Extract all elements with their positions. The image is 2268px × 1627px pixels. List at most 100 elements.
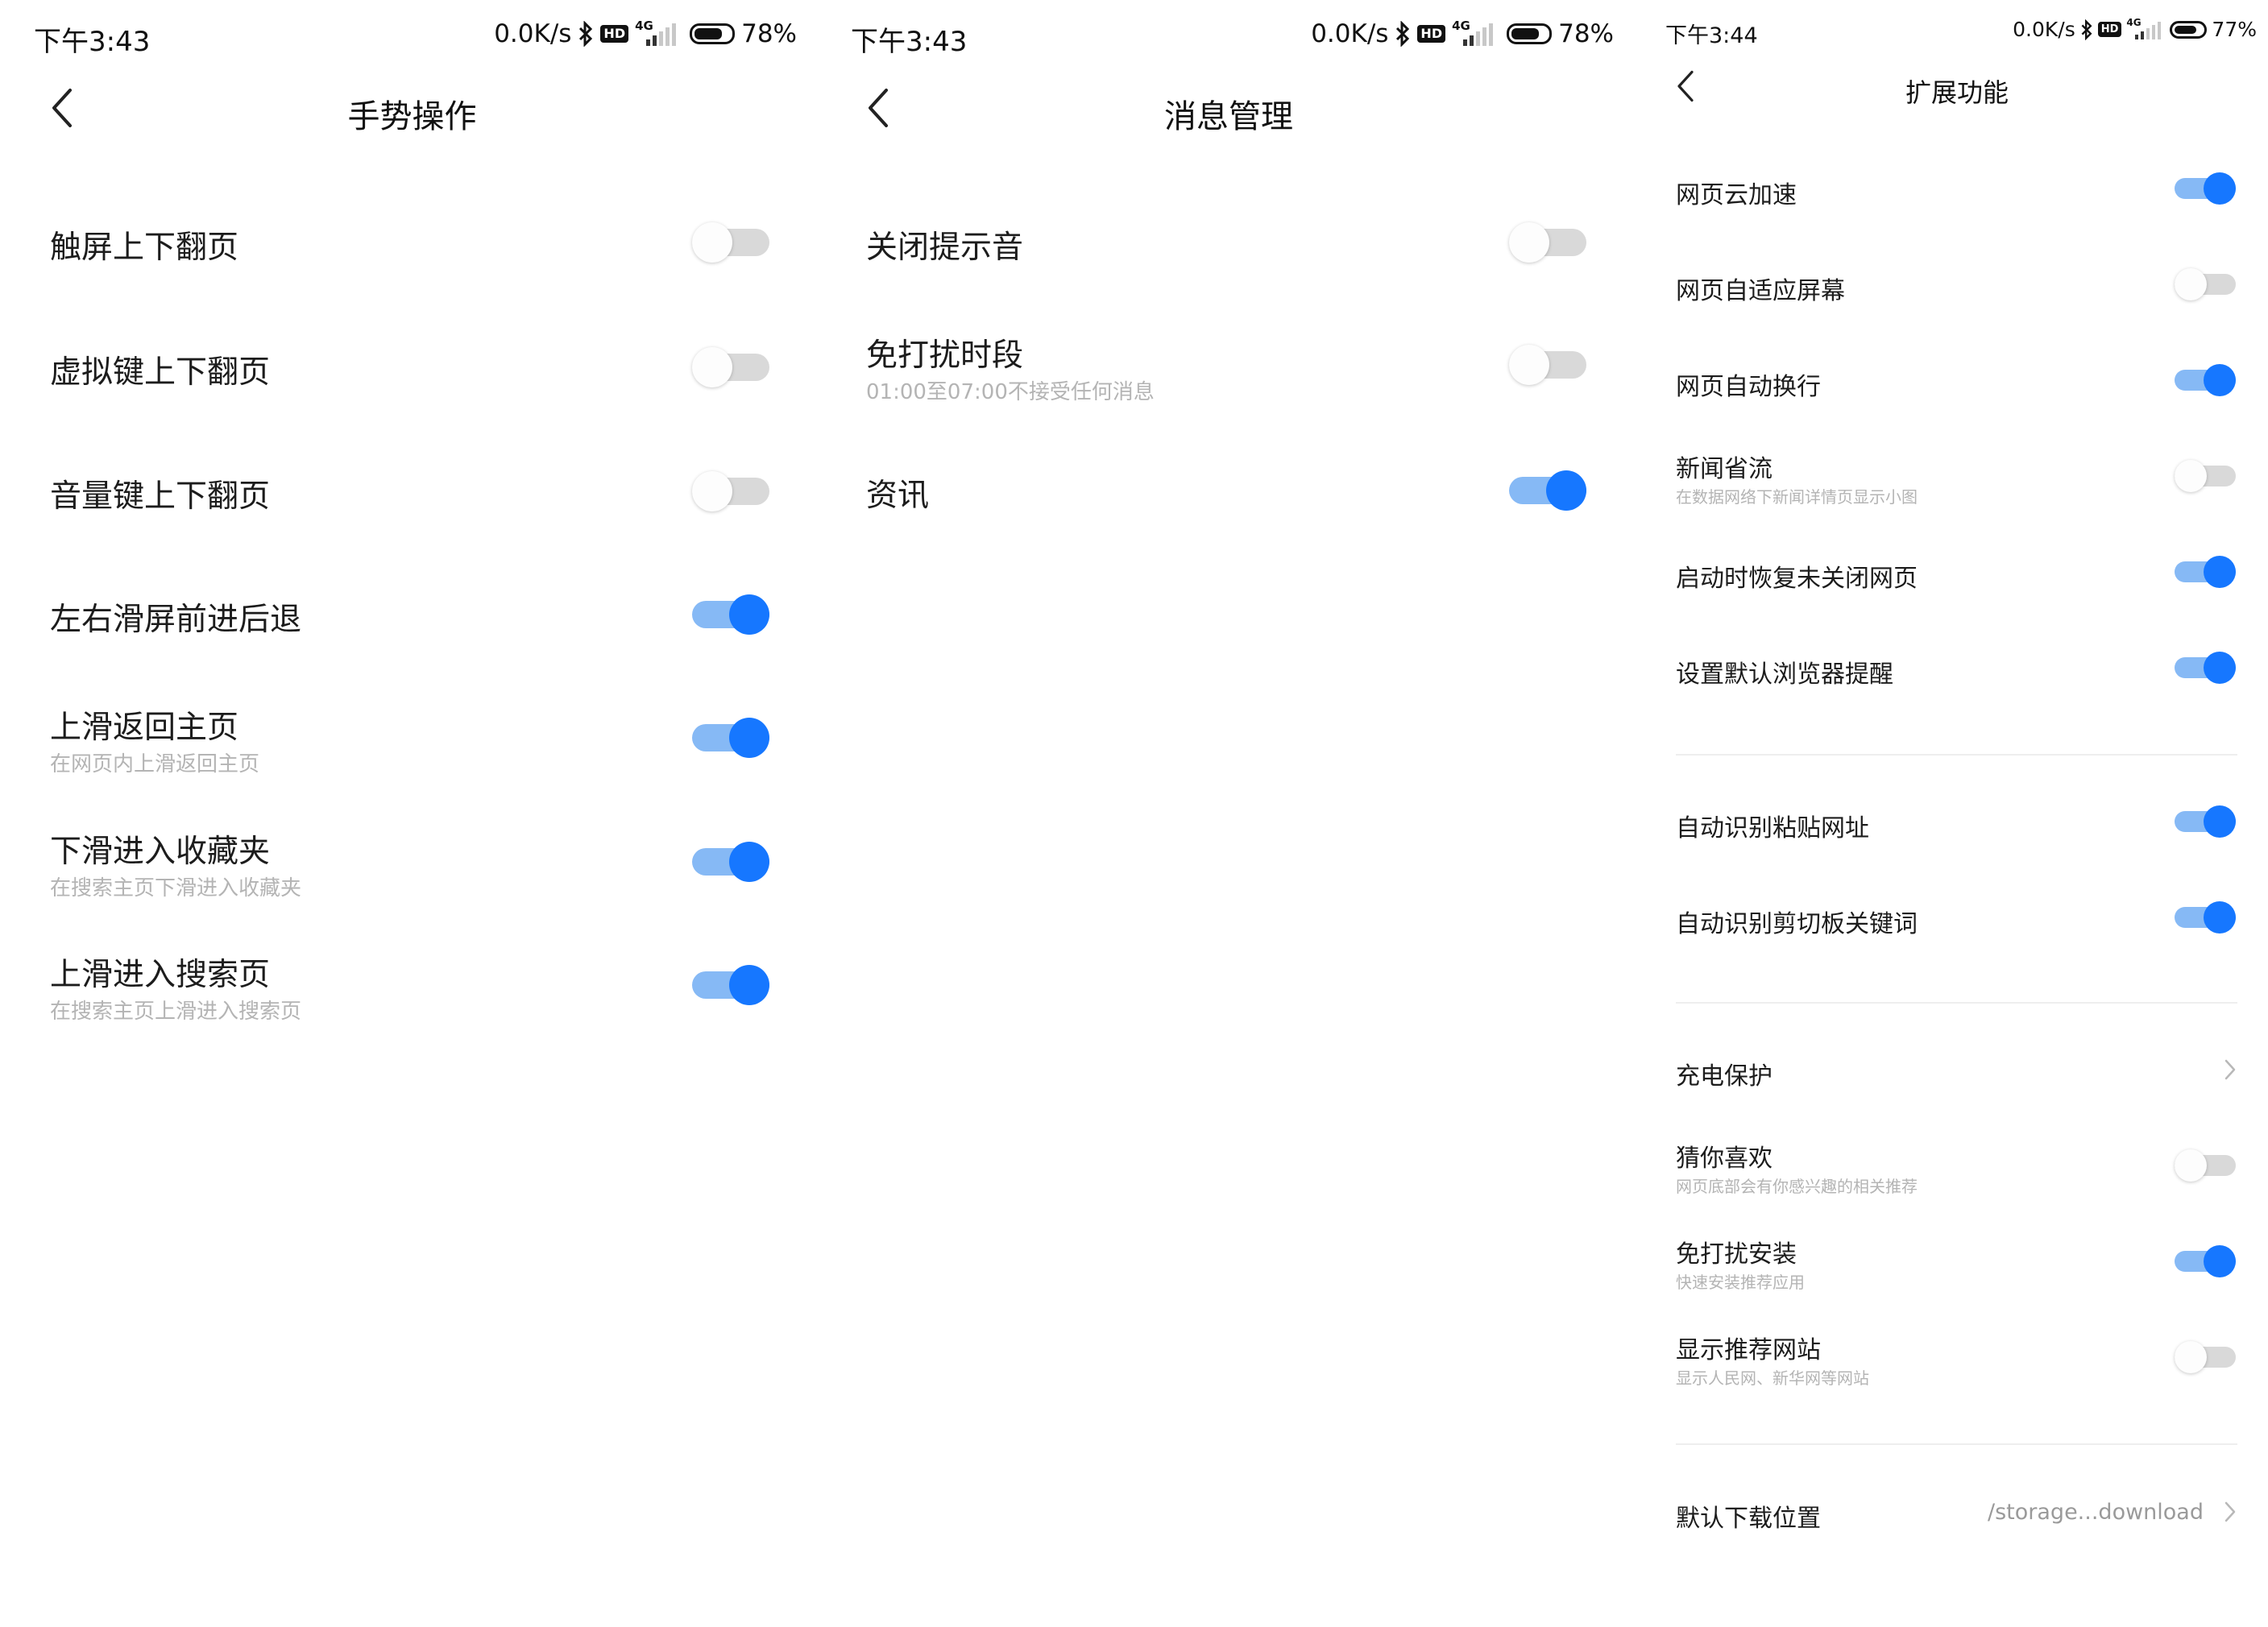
network-speed: 0.0K/s [2013, 18, 2075, 41]
setting-description: 01:00至07:00不接受任何消息 [866, 380, 1155, 404]
setting-label: 虚拟键上下翻页 [50, 354, 271, 391]
setting-description: 在网页内上滑返回主页 [50, 752, 260, 776]
status-time: 下午3:43 [851, 26, 968, 58]
battery-percent: 78% [741, 19, 797, 48]
toggle-switch[interactable] [692, 594, 769, 635]
setting-row[interactable]: 虚拟键上下翻页 [0, 333, 816, 445]
status-bar: 下午3:43 0.0K/s HD 4G 78% [816, 0, 1633, 72]
page-title: 消息管理 [1164, 98, 1293, 135]
signal-icon: 4G [1452, 19, 1500, 46]
toggle-switch[interactable] [692, 347, 769, 387]
setting-row[interactable]: 设置默认浏览器提醒 [1633, 652, 2268, 740]
setting-row[interactable]: 左右滑屏前进后退 [0, 580, 816, 693]
setting-label: 左右滑屏前进后退 [50, 602, 302, 638]
setting-label: 充电保护 [1676, 1062, 1773, 1091]
setting-label: 网页自适应屏幕 [1676, 277, 1845, 305]
setting-label: 资讯 [866, 478, 930, 514]
setting-row[interactable]: 上滑进入搜索页 在搜索主页上滑进入搜索页 [0, 950, 816, 1062]
network-speed: 0.0K/s [1311, 19, 1389, 48]
toggle-switch[interactable] [692, 471, 769, 511]
screen-gesture-settings: 下午3:43 0.0K/s HD 4G 78% 手势操作 触屏上下翻页 虚拟键上… [0, 0, 816, 1627]
toggle-switch[interactable] [692, 222, 769, 263]
toggle-switch[interactable] [2175, 1341, 2236, 1373]
chevron-right-icon [2224, 1059, 2236, 1083]
section-divider [1676, 754, 2237, 756]
setting-row[interactable]: 资讯 [816, 456, 1633, 569]
network-speed: 0.0K/s [494, 19, 572, 48]
toggle-switch[interactable] [1509, 222, 1586, 263]
setting-label: 显示推荐网站 [1676, 1336, 1821, 1364]
setting-row[interactable]: 启动时恢复未关闭网页 [1633, 556, 2268, 644]
setting-row[interactable]: 自动识别剪切板关键词 [1633, 901, 2268, 990]
toggle-switch[interactable] [692, 718, 769, 758]
setting-label: 音量键上下翻页 [50, 478, 271, 515]
section-divider [1676, 1002, 2237, 1004]
screen-extension-settings: 下午3:44 0.0K/s HD 4G 77% 扩展功能 网页云加速 网页自适应… [1633, 0, 2268, 1627]
toggle-switch[interactable] [2175, 1149, 2236, 1182]
status-time: 下午3:44 [1665, 23, 1758, 48]
status-bar: 下午3:43 0.0K/s HD 4G 78% [0, 0, 816, 72]
setting-description: 显示人民网、新华网等网站 [1676, 1368, 1869, 1388]
toggle-switch[interactable] [692, 965, 769, 1005]
setting-row[interactable]: 网页云加速 [1633, 172, 2268, 261]
hd-icon: HD [600, 25, 629, 43]
battery-icon [690, 23, 736, 44]
toggle-switch[interactable] [1509, 470, 1586, 511]
setting-description: 在搜索主页下滑进入收藏夹 [50, 876, 302, 900]
battery-percent: 78% [1558, 19, 1614, 48]
battery-icon [1507, 23, 1553, 44]
status-indicators: 0.0K/s HD 4G 77% [2013, 17, 2257, 42]
setting-label: 网页自动换行 [1676, 373, 1821, 401]
toggle-switch[interactable] [2175, 652, 2236, 684]
page-title: 手势操作 [347, 98, 477, 135]
toggle-switch[interactable] [2175, 364, 2236, 396]
toggle-switch[interactable] [2175, 556, 2236, 588]
battery-icon [2170, 20, 2208, 39]
toggle-switch[interactable] [2175, 901, 2236, 934]
setting-row[interactable]: 网页自适应屏幕 [1633, 268, 2268, 357]
bluetooth-icon [1395, 21, 1411, 47]
toggle-switch[interactable] [1509, 345, 1586, 385]
setting-row[interactable]: 触屏上下翻页 [0, 208, 816, 321]
setting-label: 下滑进入收藏夹 [50, 834, 271, 870]
status-bar: 下午3:44 0.0K/s HD 4G 77% [1633, 0, 2268, 72]
setting-row[interactable]: 显示推荐网站 显示人民网、新华网等网站 [1633, 1330, 2268, 1418]
setting-label: 自动识别剪切板关键词 [1676, 910, 1918, 938]
toggle-switch[interactable] [2175, 1245, 2236, 1277]
setting-label: 启动时恢复未关闭网页 [1676, 565, 1918, 593]
bluetooth-icon [578, 21, 594, 47]
setting-label: 自动识别粘贴网址 [1676, 814, 1869, 842]
setting-row[interactable]: 猜你喜欢 网页底部会有你感兴趣的相关推荐 [1633, 1138, 2268, 1227]
hd-icon: HD [1417, 25, 1446, 43]
toggle-switch[interactable] [2175, 805, 2236, 838]
setting-description: 在数据网络下新闻详情页显示小图 [1676, 487, 1918, 507]
setting-row[interactable]: 下滑进入收藏夹 在搜索主页下滑进入收藏夹 [0, 826, 816, 939]
bluetooth-icon [2080, 19, 2093, 40]
chevron-right-icon [2224, 1501, 2236, 1526]
screen-message-settings: 下午3:43 0.0K/s HD 4G 78% 消息管理 关闭提示音 免打扰时段… [816, 0, 1633, 1627]
toggle-switch[interactable] [2175, 268, 2236, 300]
setting-row[interactable]: 自动识别粘贴网址 [1633, 805, 2268, 894]
setting-label: 默认下载位置 [1676, 1505, 1821, 1533]
battery-percent: 77% [2212, 18, 2257, 41]
setting-row[interactable]: 新闻省流 在数据网络下新闻详情页显示小图 [1633, 449, 2268, 537]
setting-row-link[interactable]: 默认下载位置 /storage...download [1633, 1498, 2268, 1571]
toggle-switch[interactable] [2175, 460, 2236, 492]
setting-row[interactable]: 音量键上下翻页 [0, 457, 816, 569]
setting-row-link[interactable]: 充电保护 [1633, 1056, 2268, 1145]
setting-row[interactable]: 免打扰安装 快速安装推荐应用 [1633, 1234, 2268, 1323]
setting-description: 在搜索主页上滑进入搜索页 [50, 1000, 302, 1024]
setting-label: 新闻省流 [1676, 455, 1773, 483]
setting-label: 触屏上下翻页 [50, 230, 239, 266]
setting-row[interactable]: 上滑返回主页 在网页内上滑返回主页 [0, 702, 816, 815]
setting-row[interactable]: 免打扰时段 01:00至07:00不接受任何消息 [816, 330, 1633, 443]
setting-row[interactable]: 关闭提示音 [816, 208, 1633, 321]
toggle-switch[interactable] [2175, 172, 2236, 205]
setting-label: 上滑返回主页 [50, 710, 239, 746]
setting-description: 网页底部会有你感兴趣的相关推荐 [1676, 1177, 1918, 1196]
setting-value: /storage...download [1988, 1500, 2204, 1525]
section-divider [1676, 1443, 2237, 1445]
toggle-switch[interactable] [692, 842, 769, 882]
setting-row[interactable]: 网页自动换行 [1633, 364, 2268, 453]
page-title: 扩展功能 [1905, 77, 2009, 108]
